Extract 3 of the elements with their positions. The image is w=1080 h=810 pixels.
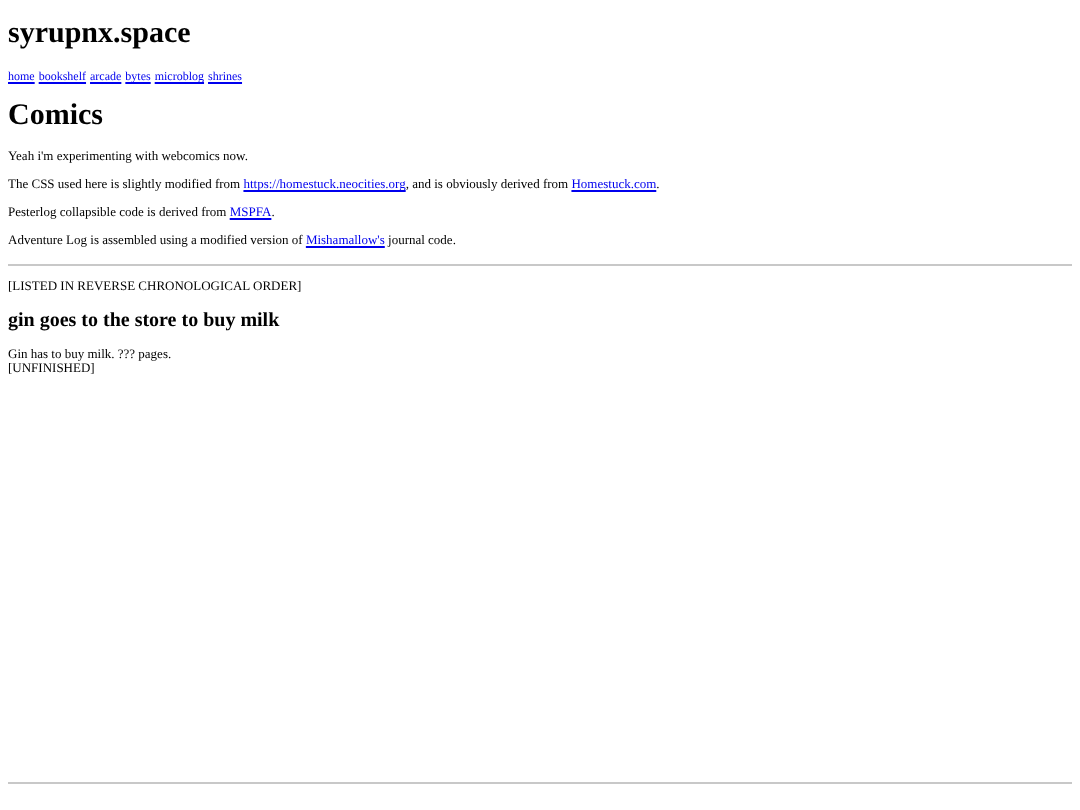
site-title: syrupnx.space — [8, 16, 193, 52]
comic-title: gin goes to the store to buy milk — [8, 310, 282, 334]
page-heading: Comics — [8, 98, 105, 134]
